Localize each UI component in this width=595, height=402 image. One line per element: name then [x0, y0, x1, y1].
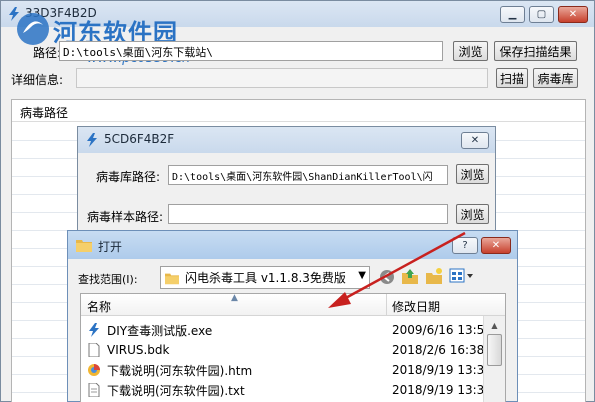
db-path-input[interactable]: D:\tools\桌面\河东软件园\ShanDianKillerTool\闪 — [168, 165, 448, 185]
file-date: 2018/9/19 13:36 — [392, 383, 483, 397]
up-folder-icon[interactable] — [401, 267, 419, 285]
sample-browse-button[interactable]: 浏览 — [456, 204, 489, 224]
file-name: DIY查毒测试版.exe — [107, 323, 213, 338]
file-date: 2018/9/19 13:36 — [392, 363, 483, 377]
close-button[interactable]: ✕ — [558, 6, 588, 23]
open-dialog-title: 打开 — [98, 240, 123, 254]
file-icon — [88, 343, 100, 357]
file-list-body: DIY查毒测试版.exe 2009/6/16 13:52 VIRUS.bdk 2… — [81, 318, 483, 402]
path-label: 路径: — [33, 46, 62, 60]
path-input[interactable]: D:\tools\桌面\河东下载站\ — [59, 41, 443, 61]
db-browse-button[interactable]: 浏览 — [456, 164, 489, 184]
open-dialog-close-button[interactable]: ✕ — [481, 237, 511, 254]
scroll-up-button[interactable]: ▲ — [486, 318, 503, 332]
folder-icon — [76, 240, 92, 252]
view-menu-icon[interactable] — [449, 268, 475, 284]
sample-path-label: 病毒样本路径: — [87, 210, 164, 224]
open-dialog-title-bar[interactable] — [68, 231, 517, 259]
lookin-folder-name: 闪电杀毒工具 v1.1.8.3免费版 — [185, 271, 346, 285]
column-header-date[interactable]: 修改日期 — [392, 298, 440, 315]
detail-label: 详细信息: — [11, 73, 64, 87]
save-scan-results-button[interactable]: 保存扫描结果 — [494, 41, 577, 61]
bolt-icon — [89, 323, 99, 337]
back-icon[interactable] — [379, 269, 395, 285]
scan-button[interactable]: 扫描 — [496, 68, 528, 88]
text-file-icon — [88, 383, 100, 397]
folder-icon — [165, 273, 179, 284]
column-divider — [386, 294, 387, 316]
bolt-icon — [87, 133, 97, 147]
file-name: 下载说明(河东软件园).txt — [107, 383, 245, 398]
help-button[interactable]: ? — [452, 237, 478, 254]
browse-button[interactable]: 浏览 — [453, 41, 488, 61]
file-name: VIRUS.bdk — [107, 343, 170, 357]
lookin-dropdown[interactable]: 闪电杀毒工具 v1.1.8.3免费版 ▼ — [160, 266, 370, 289]
lookin-label: 查找范围(I): — [78, 273, 138, 286]
browser-icon — [88, 364, 100, 376]
sort-arrow-icon: ▲ — [231, 293, 238, 303]
file-date: 2009/6/16 13:52 — [392, 323, 483, 337]
dialog-close-button[interactable]: ✕ — [461, 132, 489, 149]
maximize-button[interactable]: ▢ — [529, 6, 554, 23]
column-header-name[interactable]: 名称 — [87, 298, 111, 315]
file-row[interactable]: 下载说明(河东软件园).txt — [87, 380, 245, 400]
watermark-logo-icon — [17, 13, 49, 45]
file-date: 2018/2/6 16:38 — [392, 343, 483, 357]
file-list-header — [81, 294, 505, 316]
file-list[interactable]: 名称 ▲ 修改日期 DIY查毒测试版.exe 2009/6/16 13:52 V… — [80, 293, 506, 402]
vertical-scrollbar[interactable]: ▲ — [483, 316, 505, 402]
sample-path-input[interactable] — [168, 204, 448, 224]
open-file-dialog: 打开 ? ✕ 查找范围(I): 闪电杀毒工具 v1.1.8.3免费版 ▼ 名称 … — [67, 230, 518, 402]
minimize-button[interactable]: ▁ — [500, 6, 525, 23]
detail-field — [76, 68, 488, 88]
new-folder-icon[interactable] — [425, 267, 443, 285]
file-name: 下载说明(河东软件园).htm — [107, 363, 253, 378]
virus-db-button[interactable]: 病毒库 — [533, 68, 578, 88]
file-row[interactable]: 下载说明(河东软件园).htm — [87, 360, 252, 380]
column-header-virus-path[interactable]: 病毒路径 — [20, 104, 68, 121]
file-row[interactable]: VIRUS.bdk — [87, 340, 169, 360]
chevron-down-icon: ▼ — [358, 270, 366, 281]
db-path-label: 病毒库路径: — [96, 170, 161, 184]
file-row[interactable]: DIY查毒测试版.exe — [87, 320, 212, 340]
results-header[interactable] — [12, 100, 585, 122]
dialog-title: 5CD6F4B2F — [104, 132, 175, 146]
scroll-thumb[interactable] — [487, 334, 502, 366]
